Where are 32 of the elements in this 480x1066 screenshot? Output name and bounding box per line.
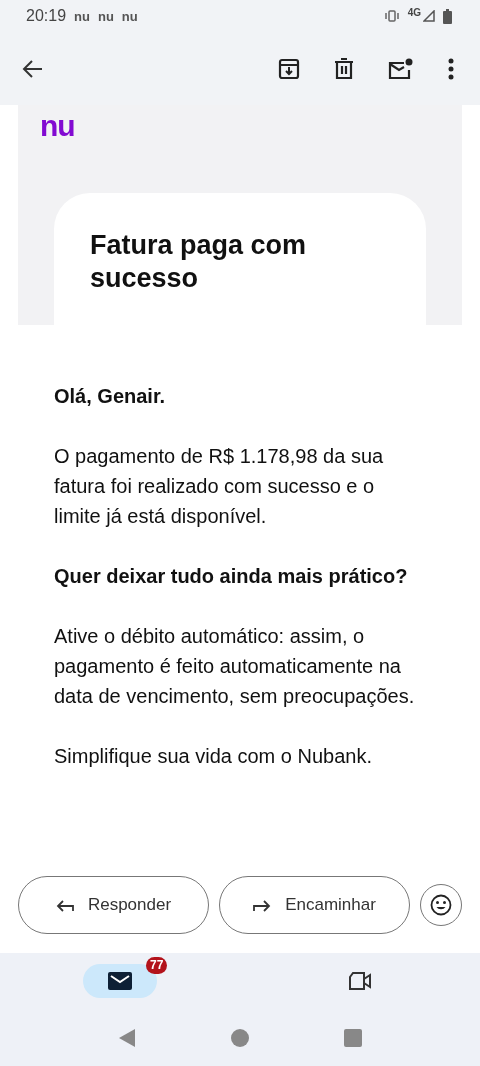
emoji-reaction-button[interactable] [420,884,462,926]
video-camera-icon [348,972,372,990]
signal-icon [423,10,435,22]
email-paragraph: O pagamento de R$ 1.178,98 da sua fatura foi realizado com sucesso e o limite já está disponível. [54,444,385,529]
smiley-icon [430,894,452,916]
back-arrow-icon[interactable] [22,57,44,80]
email-paragraph: Simplifique sua vida com o Nubank. [54,744,373,769]
trash-icon[interactable] [334,57,354,80]
reply-button[interactable]: Responder [18,876,209,934]
mark-unread-icon[interactable] [388,57,414,80]
email-paragraph: Quer deixar tudo ainda mais prático? [54,564,409,589]
email-paragraph: Olá, Genair. [54,384,167,409]
unread-count-badge: 77 [146,957,168,974]
archive-icon[interactable] [278,57,300,80]
notification-logo: nu [121,8,138,24]
notification-logo: nu [97,8,114,24]
back-nav-icon[interactable] [117,1027,136,1048]
envelope-icon [108,972,132,990]
notification-logo: nu [74,8,90,24]
status-time: 20:19 [26,7,67,25]
battery-icon [443,8,452,24]
vibrate-icon [383,10,400,22]
reply-arrow-icon [55,898,74,912]
more-options-icon[interactable] [448,57,454,80]
forward-arrow-icon [253,898,272,912]
email-title: Fatura paga com sucesso [90,229,308,295]
email-paragraph: Ative o débito automático: assim, o pagamento é feito automaticamente na data de vencimento, sem preocupações. [54,624,416,709]
home-nav-icon[interactable] [231,1028,249,1047]
nubank-logo: nu [40,111,76,141]
forward-button[interactable]: Encaminhar [219,876,410,934]
network-label: 4G [407,7,421,18]
recents-nav-icon[interactable] [344,1028,363,1047]
